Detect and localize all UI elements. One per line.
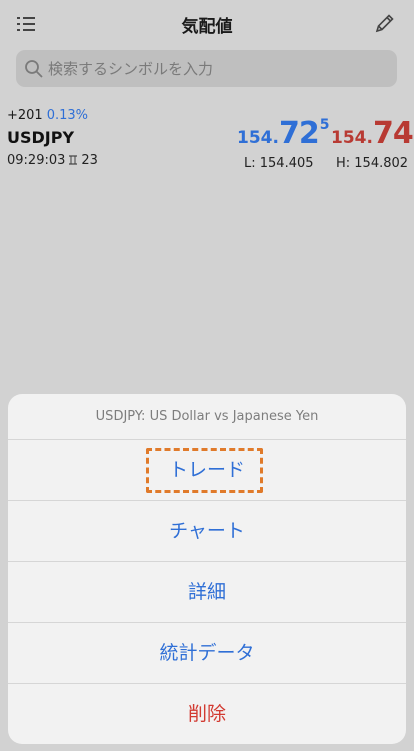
search-input[interactable]	[48, 50, 388, 87]
bid-price-pip: 5	[319, 117, 330, 133]
bid-price-prefix: 154.	[237, 128, 279, 148]
search-bar[interactable]	[16, 50, 397, 87]
high-price: H: 154.802	[336, 156, 409, 171]
ask-price-prefix: 154.	[331, 128, 373, 148]
change-points: +201	[7, 108, 43, 123]
chart-button[interactable]: チャート	[8, 501, 406, 562]
spread-value: 23	[81, 153, 98, 168]
details-button[interactable]: 詳細	[8, 562, 406, 623]
change-percent: 0.13%	[46, 108, 89, 123]
bid-price-big: 72	[278, 116, 320, 151]
bid-price: 154.725	[237, 116, 329, 151]
quote-time-and-spread: 09:29:03 23	[7, 153, 98, 168]
spread-icon	[69, 155, 78, 165]
top-bar: 気配値	[0, 0, 414, 48]
highlight-box	[146, 448, 263, 493]
search-icon	[25, 60, 43, 78]
quote-row-usdjpy[interactable]: +201 0.13% USDJPY 09:29:03 23 154.725 154…	[0, 100, 414, 180]
action-sheet: USDJPY: US Dollar vs Japanese Yen トレード チ…	[8, 394, 406, 744]
change-text: +201 0.13%	[7, 108, 88, 123]
chart-button-label: チャート	[169, 520, 245, 542]
low-price: L: 154.405	[244, 156, 314, 171]
delete-button-label: 削除	[187, 703, 226, 725]
symbol-name: USDJPY	[7, 128, 75, 147]
quote-time: 09:29:03	[7, 153, 66, 168]
details-button-label: 詳細	[187, 581, 226, 603]
ask-price: 154.748	[331, 116, 414, 151]
page-title: 気配値	[181, 17, 233, 37]
pencil-edit-icon[interactable]	[374, 12, 396, 34]
statistics-button-label: 統計データ	[159, 642, 255, 664]
trade-button[interactable]: トレード	[8, 440, 406, 501]
delete-button[interactable]: 削除	[8, 684, 406, 744]
statistics-button[interactable]: 統計データ	[8, 623, 406, 684]
quotes-screen: 気配値 +2010.13% USDJPY 09:29:03 23 154	[0, 0, 414, 751]
action-sheet-title: USDJPY: US Dollar vs Japanese Yen	[8, 394, 406, 440]
ask-price-big: 74	[372, 116, 414, 151]
